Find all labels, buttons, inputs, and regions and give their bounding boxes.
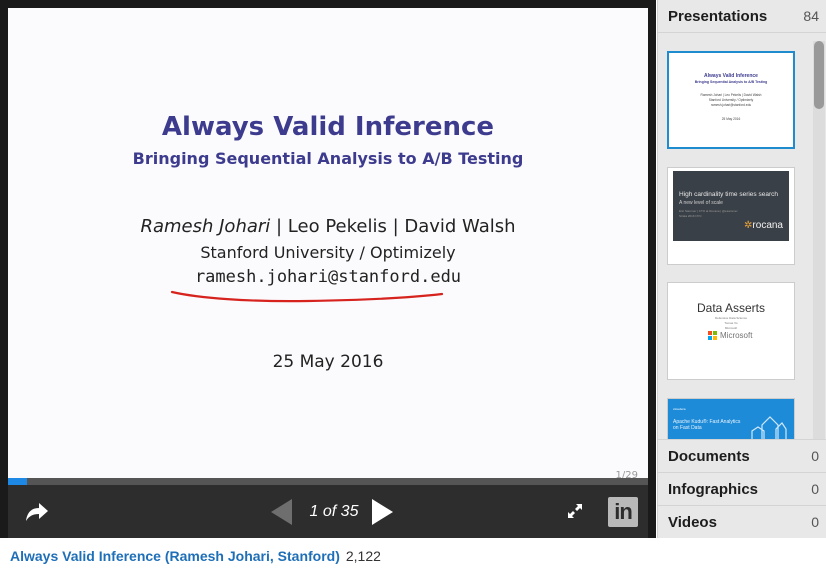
handwritten-underline — [170, 290, 444, 303]
sidebar-scrollbar[interactable] — [813, 41, 825, 439]
thumb-tag: cloudera — [673, 407, 686, 411]
next-slide-button[interactable] — [368, 496, 398, 528]
thumb-date: 25 May 2016 — [721, 117, 741, 121]
thumb-title: High cardinality time series search — [679, 191, 778, 198]
thumb-subtitle: A new level of scale — [679, 200, 723, 206]
thumbnail-always-valid-inference[interactable]: Always Valid Inference Bringing Sequenti… — [667, 51, 795, 149]
triangle-left-icon — [271, 499, 292, 525]
sidebar: Presentations 84 Always Valid Inference … — [657, 0, 826, 538]
presentations-label: Presentations — [668, 7, 768, 25]
share-button[interactable] — [22, 497, 52, 527]
control-bar: 1 of 35 in — [8, 485, 648, 538]
thumb-small: Eric Sammer | CTO at Rocana | @esammer — [679, 209, 738, 213]
presentation-caption: Always Valid Inference (Ramesh Johari, S… — [10, 548, 381, 564]
microsoft-icon — [708, 331, 717, 340]
thumb-title: Data Asserts — [696, 301, 766, 315]
slide-author-primary: Ramesh Johari — [140, 216, 271, 237]
thumb-authors: Ramesh Johari | Leo Pekelis | David Wals… — [700, 93, 762, 97]
page: Always Valid Inference Bringing Sequenti… — [0, 0, 826, 568]
slide-affiliation: Stanford University / Optimizely — [200, 243, 456, 262]
videos-count: 0 — [811, 514, 819, 530]
thumb-email: ramesh.johari@stanford.edu — [710, 103, 752, 107]
slide-player: Always Valid Inference Bringing Sequenti… — [0, 0, 656, 538]
linkedin-button[interactable]: in — [608, 497, 638, 527]
slide-date: 25 May 2016 — [272, 352, 384, 372]
infographics-count: 0 — [811, 481, 819, 497]
thumb-line-2: Tomas Vo — [724, 321, 738, 325]
thumb-line-3: Microsoft — [724, 326, 738, 330]
thumb-title: Apache Kudu®: Fast Analytics on Fast Dat… — [673, 419, 741, 431]
slide-counter: 1 of 35 — [309, 503, 359, 520]
slide-view[interactable]: Always Valid Inference Bringing Sequenti… — [8, 8, 648, 478]
fullscreen-button[interactable] — [564, 500, 586, 522]
presentation-title-link[interactable]: Always Valid Inference (Ramesh Johari, S… — [10, 548, 340, 564]
documents-count: 0 — [811, 448, 819, 464]
microsoft-logo: Microsoft — [708, 331, 752, 340]
progress-bar[interactable] — [8, 478, 648, 485]
thumbnail-apache-kudu[interactable]: cloudera Apache Kudu®: Fast Analytics on… — [667, 398, 795, 439]
thumb-dark-slide: High cardinality time series search A ne… — [673, 171, 789, 241]
thumb-subtitle: Bringing Sequential Analysis to A/B Test… — [694, 80, 768, 84]
slide-authors: Ramesh Johari | Leo Pekelis | David Wals… — [8, 216, 648, 237]
tab-documents[interactable]: Documents 0 — [658, 439, 826, 472]
thumb-affiliation: Stanford University / Optimizely — [708, 98, 754, 102]
view-count: 2,122 — [345, 548, 381, 564]
thumb-small-2: Strata 2016 NYC — [679, 214, 702, 218]
presentations-count: 84 — [803, 8, 819, 24]
scrollbar-thumb[interactable] — [814, 41, 824, 109]
slide-subtitle: Bringing Sequential Analysis to A/B Test… — [132, 149, 524, 168]
kudu-graphic-icon — [751, 416, 787, 439]
triangle-right-icon — [372, 499, 393, 525]
thumbnail-list[interactable]: Always Valid Inference Bringing Sequenti… — [658, 41, 812, 439]
share-arrow-icon — [26, 503, 48, 521]
tab-videos[interactable]: Videos 0 — [658, 505, 826, 538]
thumb-line-1: Defensive Data Science — [714, 316, 748, 320]
thumb-title: Always Valid Inference — [704, 73, 758, 79]
videos-label: Videos — [668, 513, 717, 531]
previous-slide-button[interactable] — [266, 496, 296, 528]
slide-author-others: | Leo Pekelis | David Walsh — [270, 216, 516, 237]
thumbnail-high-cardinality[interactable]: High cardinality time series search A ne… — [667, 167, 795, 265]
slide-title: Always Valid Inference — [161, 112, 495, 142]
expand-icon — [568, 504, 582, 518]
tab-infographics[interactable]: Infographics 0 — [658, 472, 826, 505]
infographics-label: Infographics — [668, 480, 759, 498]
linkedin-icon: in — [614, 499, 633, 524]
documents-label: Documents — [668, 447, 750, 465]
progress-fill — [8, 478, 28, 485]
slide-page-marker: 1/29 — [615, 470, 638, 478]
rocana-logo: ✲rocana — [744, 220, 783, 231]
thumbnail-data-asserts[interactable]: Data Asserts Defensive Data Science Toma… — [667, 282, 795, 380]
tab-presentations[interactable]: Presentations 84 — [658, 0, 826, 33]
